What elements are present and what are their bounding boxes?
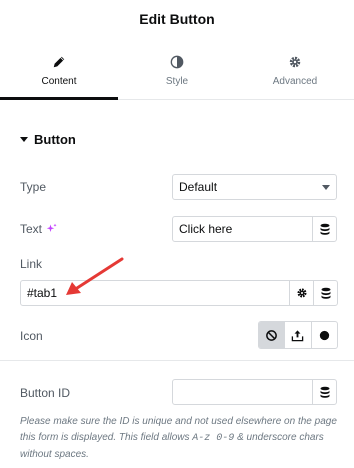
database-icon bbox=[320, 386, 329, 398]
chevron-down-icon bbox=[322, 184, 330, 190]
section-title: Button bbox=[34, 132, 76, 147]
contrast-icon bbox=[170, 55, 184, 68]
circle-icon bbox=[319, 330, 329, 340]
database-icon bbox=[320, 223, 329, 235]
caret-down-icon bbox=[20, 137, 28, 142]
gear-icon bbox=[297, 288, 306, 298]
section-divider bbox=[0, 360, 354, 361]
section-toggle-button[interactable]: Button bbox=[20, 132, 76, 147]
icon-choice-none[interactable] bbox=[259, 322, 285, 348]
button-id-field[interactable] bbox=[173, 380, 312, 404]
tab-style[interactable]: Style bbox=[118, 42, 236, 99]
text-field-group bbox=[172, 216, 337, 242]
tab-advanced-label: Advanced bbox=[272, 75, 318, 87]
icon-choices bbox=[258, 321, 338, 349]
icon-label: Icon bbox=[20, 329, 43, 343]
button-id-field-group bbox=[172, 379, 337, 405]
link-options-button[interactable] bbox=[289, 281, 313, 305]
type-select-value: Default bbox=[179, 180, 218, 194]
annotation-arrow bbox=[66, 257, 124, 295]
panel-header: Edit Button bbox=[0, 0, 354, 38]
link-dynamic-tags-button[interactable] bbox=[313, 281, 337, 305]
icon-choice-circle[interactable] bbox=[310, 322, 337, 348]
button-id-label: Button ID bbox=[20, 386, 71, 400]
text-label-row: Text bbox=[20, 222, 58, 236]
link-label: Link bbox=[20, 257, 43, 271]
database-icon bbox=[321, 287, 330, 299]
pencil-icon bbox=[53, 56, 65, 67]
panel-title: Edit Button bbox=[139, 11, 215, 27]
button-id-dynamic-tags-button[interactable] bbox=[312, 380, 336, 404]
tab-content[interactable]: Content bbox=[0, 42, 118, 100]
dynamic-tags-button[interactable] bbox=[312, 217, 336, 241]
type-select[interactable]: Default bbox=[172, 174, 337, 200]
upload-icon bbox=[292, 329, 304, 341]
gear-icon bbox=[289, 56, 301, 67]
tab-content-label: Content bbox=[41, 75, 77, 87]
tab-style-label: Style bbox=[165, 75, 189, 87]
help-text-code: A-z 0-9 bbox=[192, 433, 235, 444]
icon-choice-upload[interactable] bbox=[284, 322, 310, 348]
text-label: Text bbox=[20, 222, 43, 236]
none-icon bbox=[266, 329, 278, 341]
button-id-help-text: Please make sure the ID is unique and no… bbox=[20, 414, 338, 463]
text-field[interactable] bbox=[173, 217, 312, 241]
panel-tabs: Content Style Advanced bbox=[0, 42, 354, 100]
ai-sparkle-icon[interactable] bbox=[46, 223, 58, 235]
tab-advanced[interactable]: Advanced bbox=[236, 42, 354, 99]
type-label: Type bbox=[20, 180, 47, 194]
